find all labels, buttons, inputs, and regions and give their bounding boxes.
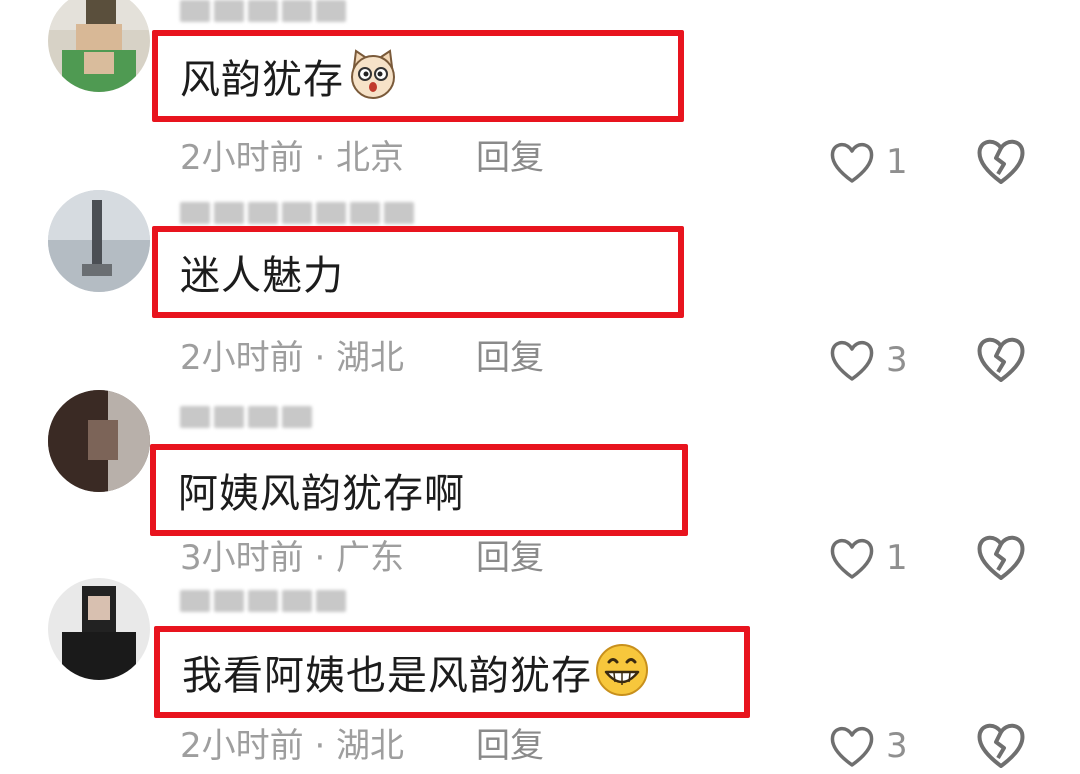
broken-heart-icon [977,723,1025,768]
heart-outline-icon [830,340,874,381]
like-button[interactable]: 3 [828,720,908,772]
like-button[interactable]: 1 [828,136,908,188]
reply-button[interactable]: 回复 [476,724,544,768]
comment-text: 阿姨风韵犹存啊 [178,471,465,517]
avatar[interactable] [48,190,150,292]
comment-highlight-box: 迷人魅力 [152,226,684,318]
broken-heart-icon [977,139,1025,184]
comment-highlight-box: 我看阿姨也是风韵犹存 [154,626,750,718]
username-blurred[interactable] [180,588,346,614]
grinning-face-emoji [594,642,650,702]
surprised-cat-emoji [346,47,400,105]
comment-item: 我看阿姨也是风韵犹存 2小时前 · 湖北 回复 3 [0,574,1080,769]
comment-item: 阿姨风韵犹存啊 3小时前 · 广东 回复 1 [0,382,1080,580]
comment-highlight-box: 风韵犹存 [152,30,684,122]
reply-button[interactable]: 回复 [476,136,544,180]
comment-text: 我看阿姨也是风韵犹存 [182,653,592,699]
comment-item: 风韵犹存 2小时前 · 北京 回复 1 [0,0,1080,185]
like-count: 1 [886,142,908,182]
like-count: 1 [886,538,908,578]
comment-time-location: 2小时前 · 北京 [180,138,405,178]
comment-text: 迷人魅力 [180,253,344,299]
comment-time-location: 2小时前 · 湖北 [180,338,405,378]
comment-meta: 2小时前 · 北京 回复 [180,136,544,180]
like-count: 3 [886,726,908,766]
comment-meta: 2小时前 · 湖北 回复 [180,336,544,380]
comment-text: 风韵犹存 [180,57,344,103]
username-blurred[interactable] [180,200,414,226]
comment-item: 迷人魅力 2小时前 · 湖北 回复 3 [0,182,1080,382]
avatar[interactable] [48,0,150,92]
comment-meta: 2小时前 · 湖北 回复 [180,724,544,768]
dislike-button[interactable] [974,720,1028,772]
username-blurred[interactable] [180,404,312,430]
avatar[interactable] [48,578,150,680]
broken-heart-icon [977,337,1025,382]
comment-time-location: 2小时前 · 湖北 [180,726,405,766]
like-button[interactable]: 3 [828,334,908,386]
comment-highlight-box: 阿姨风韵犹存啊 [150,444,688,536]
reply-button[interactable]: 回复 [476,336,544,380]
heart-outline-icon [830,142,874,183]
dislike-button[interactable] [974,334,1028,386]
dislike-button[interactable] [974,136,1028,188]
username-blurred[interactable] [180,0,346,24]
heart-outline-icon [830,726,874,767]
avatar[interactable] [48,390,150,492]
like-count: 3 [886,340,908,380]
